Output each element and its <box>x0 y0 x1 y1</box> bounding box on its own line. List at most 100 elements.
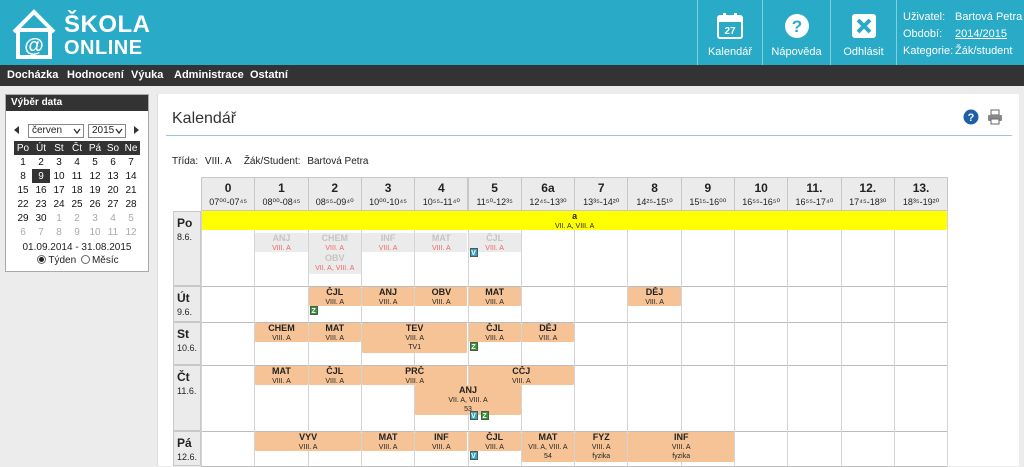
main-menu: Docházka Hodnocení Výuka Administrace Os… <box>0 65 1024 86</box>
calendar-day[interactable]: 25 <box>68 197 86 211</box>
calendar-button[interactable]: 27 Kalendář <box>697 0 762 65</box>
event-block[interactable]: ČJL VIII. A <box>308 366 361 385</box>
event-block[interactable]: PRČ VIII. A <box>361 366 468 385</box>
calendar-day[interactable]: 10 <box>50 169 68 183</box>
event-subject: VYV <box>299 432 318 442</box>
view-month-option[interactable]: Měsíc <box>79 255 119 266</box>
event-block[interactable]: INF VIII. A fyzika <box>628 432 734 462</box>
calendar-day[interactable]: 4 <box>104 211 122 225</box>
visit-badge[interactable]: V <box>469 248 478 257</box>
calendar-day[interactable]: 17 <box>50 183 68 197</box>
calendar-day[interactable]: 9 <box>68 225 86 239</box>
calendar-day[interactable]: 11 <box>68 169 86 183</box>
help-icon[interactable]: ? <box>963 109 979 125</box>
calendar-day[interactable]: 4 <box>68 155 86 169</box>
logout-button[interactable]: Odhlásit <box>830 0 896 65</box>
event-block[interactable]: ČJL VIII. A <box>468 432 521 451</box>
event-block[interactable]: ANJ VIII. A <box>255 233 308 252</box>
school-online-logo[interactable]: @ ŠKOLA ONLINE <box>10 8 150 60</box>
event-block[interactable]: INF VIII. A <box>415 432 468 451</box>
calendar-day[interactable]: 5 <box>122 211 140 225</box>
event-block[interactable]: ANJ VII. A, VIII. A 53 <box>415 385 521 415</box>
event-subject: FYZ <box>592 432 610 442</box>
calendar-day[interactable]: 18 <box>68 183 86 197</box>
calendar-day[interactable]: 3 <box>86 211 104 225</box>
visit-badge[interactable]: V <box>469 410 478 420</box>
menu-item-vyuka[interactable]: Výuka <box>131 69 163 81</box>
calendar-day[interactable]: 19 <box>86 183 104 197</box>
event-block[interactable]: FYZ VIII. A fyzika <box>575 432 628 462</box>
calendar-day[interactable]: 23 <box>32 197 50 211</box>
calendar-day[interactable]: 30 <box>32 211 50 225</box>
column-divider <box>840 211 842 466</box>
calendar-day[interactable]: 28 <box>122 197 140 211</box>
menu-item-hodnoceni[interactable]: Hodnocení <box>67 69 124 81</box>
calendar-day[interactable]: 27 <box>104 197 122 211</box>
calendar-day[interactable]: 15 <box>14 183 32 197</box>
menu-item-dochazka[interactable]: Docházka <box>7 69 58 81</box>
calendar-day[interactable]: 3 <box>50 155 68 169</box>
menu-item-ostatni[interactable]: Ostatní <box>250 69 288 81</box>
calendar-day[interactable]: 6 <box>104 155 122 169</box>
calendar-day[interactable]: 7 <box>122 155 140 169</box>
event-block[interactable]: ČJL VIII. A <box>308 287 361 306</box>
event-block[interactable]: MAT VIII. A <box>361 432 415 451</box>
week-radio[interactable] <box>37 255 47 264</box>
printer-icon[interactable] <box>987 109 1003 125</box>
calendar-day[interactable]: 2 <box>32 155 50 169</box>
event-block[interactable]: DĚJ VIII. A <box>628 287 681 306</box>
visit-badge[interactable]: V <box>469 451 478 460</box>
calendar-day[interactable]: 26 <box>86 197 104 211</box>
year-select[interactable]: 2015 <box>88 124 126 138</box>
calendar-day[interactable]: 11 <box>104 225 122 239</box>
calendar-day[interactable]: 8 <box>50 225 68 239</box>
event-block[interactable]: MAT VIII. A <box>415 233 468 252</box>
calendar-day[interactable]: 8 <box>14 169 32 183</box>
event-block[interactable]: INF VIII. A <box>361 233 415 252</box>
calendar-day[interactable]: 6 <box>14 225 32 239</box>
event-block[interactable]: CHEMVIII. A39 <box>308 233 361 254</box>
calendar-day[interactable]: 12 <box>122 225 140 239</box>
month-radio[interactable] <box>80 255 90 264</box>
event-block[interactable]: VYV VIII. A <box>255 432 361 451</box>
calendar-day[interactable]: 20 <box>104 183 122 197</box>
calendar-day[interactable]: 5 <box>86 155 104 169</box>
calendar-day[interactable]: 2 <box>68 211 86 225</box>
event-block[interactable]: OBV VIII. A <box>415 287 468 306</box>
note-badge[interactable]: Z <box>480 410 489 420</box>
event-block[interactable]: ČJL VIII. A <box>468 323 521 342</box>
period-link[interactable]: 2014/2015 <box>955 28 1007 40</box>
calendar-day[interactable]: 14 <box>122 169 140 183</box>
event-block[interactable]: OBV VII. A, VIII. A39 <box>308 253 361 274</box>
view-week-option[interactable]: Týden <box>35 255 76 266</box>
month-select[interactable]: červen <box>28 124 84 138</box>
prev-month-arrow[interactable] <box>14 126 19 134</box>
menu-item-administrace[interactable]: Administrace <box>174 69 244 81</box>
event-block[interactable]: a VII. A, VIII. A <box>202 211 948 230</box>
event-block[interactable]: MAT VIII. A <box>308 323 361 342</box>
event-block[interactable]: DĚJ VIII. A <box>521 323 575 342</box>
note-badge[interactable]: Z <box>469 342 478 351</box>
event-block[interactable]: TEV VIII. A TV1 <box>361 323 468 353</box>
calendar-day[interactable]: 24 <box>50 197 68 211</box>
calendar-day[interactable]: 1 <box>14 155 32 169</box>
event-block[interactable]: MAT VIII. A <box>468 287 521 306</box>
calendar-day[interactable]: 12 <box>86 169 104 183</box>
calendar-day[interactable]: 9 <box>32 169 50 183</box>
calendar-day[interactable]: 10 <box>86 225 104 239</box>
help-button[interactable]: ? Nápověda <box>762 0 830 65</box>
event-block[interactable]: CHEM VIII. A <box>255 323 308 342</box>
event-block[interactable]: MAT VII. A, VIII. A 54 <box>521 432 575 462</box>
event-block[interactable]: MAT VIII. A <box>255 366 308 385</box>
note-badge[interactable]: Z <box>309 306 318 315</box>
calendar-day[interactable]: 16 <box>32 183 50 197</box>
next-month-arrow[interactable] <box>134 126 139 134</box>
event-block[interactable]: ANJ VIII. A <box>361 287 415 306</box>
calendar-day[interactable]: 7 <box>32 225 50 239</box>
event-block[interactable]: CČJ VIII. A <box>468 366 575 385</box>
calendar-day[interactable]: 13 <box>104 169 122 183</box>
calendar-day[interactable]: 29 <box>14 211 32 225</box>
calendar-day[interactable]: 21 <box>122 183 140 197</box>
calendar-day[interactable]: 22 <box>14 197 32 211</box>
calendar-day[interactable]: 1 <box>50 211 68 225</box>
